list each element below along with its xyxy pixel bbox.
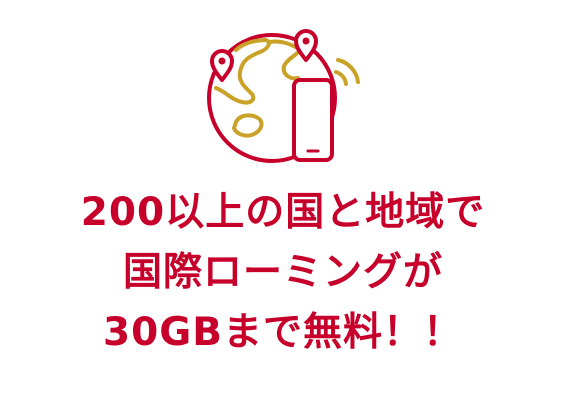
headline-line-1: 200以上の国と地域で: [80, 190, 486, 235]
signal-waves-icon: [334, 58, 360, 86]
promo-banner: 200以上の国と地域で 国際ローミングが 30GBまで無料！！: [0, 0, 566, 413]
globe-roaming-illustration: [207, 29, 360, 163]
headline-line-2: 国際ローミングが: [122, 250, 443, 295]
headline-line-3: 30GBまで無料！！: [102, 310, 463, 355]
headline: 200以上の国と地域で 国際ローミングが 30GBまで無料！！: [0, 183, 566, 363]
smartphone-icon: [292, 78, 334, 162]
